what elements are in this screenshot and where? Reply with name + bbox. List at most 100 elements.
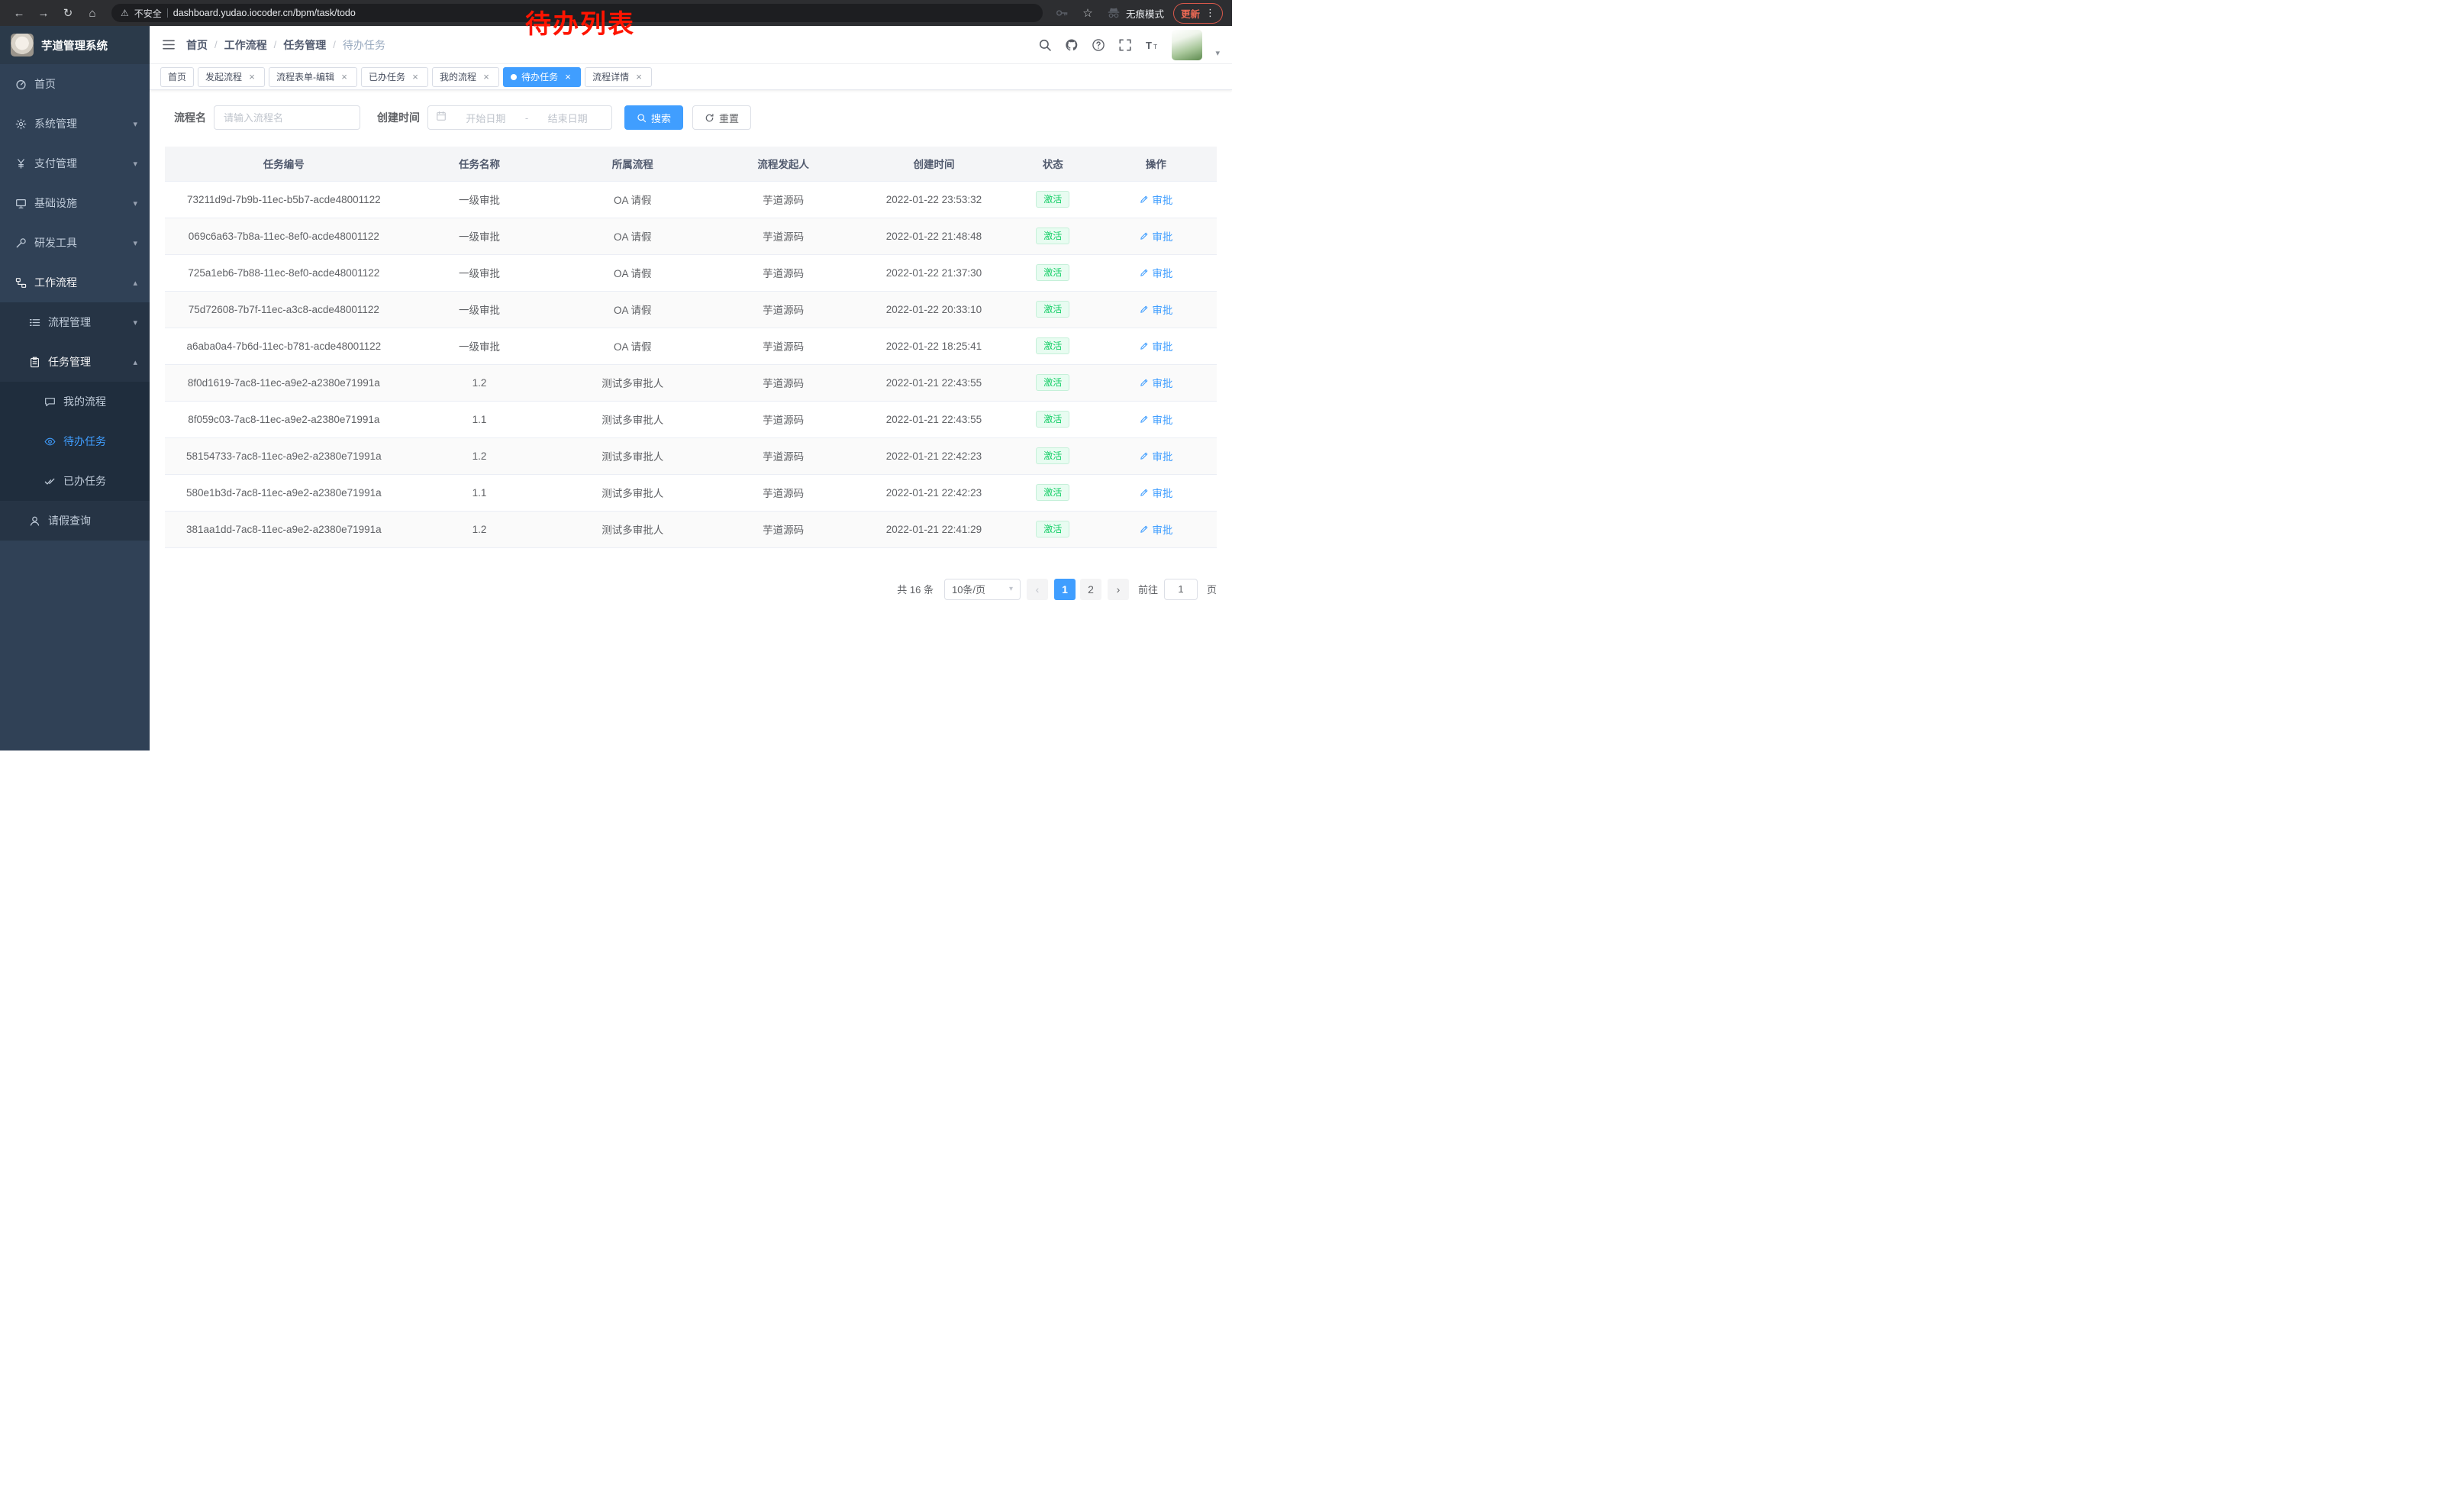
- sidebar-item-my-process[interactable]: 我的流程: [0, 382, 150, 421]
- sidebar-item-done-task[interactable]: 已办任务: [0, 461, 150, 501]
- date-range-picker[interactable]: 开始日期 - 结束日期: [427, 105, 612, 130]
- approve-link[interactable]: 审批: [1139, 375, 1172, 390]
- sidebar-item-home[interactable]: 首页: [0, 64, 150, 104]
- star-icon[interactable]: ☆: [1078, 3, 1098, 23]
- cell-status: 激活: [1011, 364, 1095, 401]
- sidebar-item-label: 工作流程: [34, 275, 77, 290]
- incognito-icon: [1107, 6, 1121, 20]
- edit-icon: [1139, 341, 1149, 351]
- approve-link[interactable]: 审批: [1139, 338, 1172, 353]
- tab-my-process[interactable]: 我的流程×: [432, 67, 499, 87]
- help-icon[interactable]: [1092, 38, 1105, 52]
- tab-label: 流程表单-编辑: [276, 70, 334, 83]
- tab-done-task[interactable]: 已办任务×: [361, 67, 428, 87]
- approve-link[interactable]: 审批: [1139, 228, 1172, 244]
- cell-action: 审批: [1095, 474, 1217, 511]
- avatar[interactable]: [1172, 30, 1202, 60]
- approve-link[interactable]: 审批: [1139, 302, 1172, 317]
- status-badge: 激活: [1036, 191, 1069, 208]
- next-page-button[interactable]: ›: [1108, 579, 1129, 600]
- font-size-icon[interactable]: TT: [1145, 38, 1159, 52]
- tab-process-detail[interactable]: 流程详情 ×: [585, 67, 652, 87]
- cell-initiator: 芋道源码: [709, 401, 857, 437]
- prev-page-button[interactable]: ‹: [1027, 579, 1048, 600]
- close-icon[interactable]: ×: [563, 72, 573, 82]
- page-size-select[interactable]: 10条/页 ▾: [944, 579, 1021, 600]
- update-button[interactable]: 更新 ⋮: [1173, 3, 1223, 24]
- close-icon[interactable]: ×: [410, 72, 421, 82]
- tools-icon: [15, 237, 27, 249]
- table-row: 069c6a63-7b8a-11ec-8ef0-acde48001122一级审批…: [165, 218, 1217, 254]
- sidebar-item-todo-task[interactable]: 待办任务: [0, 421, 150, 461]
- page-number-button[interactable]: 1: [1054, 579, 1076, 600]
- approve-link[interactable]: 审批: [1139, 192, 1172, 207]
- sidebar-item-leave-query[interactable]: 请假查询: [0, 501, 150, 541]
- menu-dots-icon[interactable]: ⋮: [1205, 7, 1215, 19]
- table-row: 58154733-7ac8-11ec-a9e2-a2380e71991a1.2测…: [165, 437, 1217, 474]
- approve-link[interactable]: 审批: [1139, 265, 1172, 280]
- sidebar-item-infrastructure[interactable]: 基础设施▾: [0, 183, 150, 223]
- approve-link[interactable]: 审批: [1139, 485, 1172, 500]
- breadcrumb-separator: /: [274, 39, 277, 50]
- cell-status: 激活: [1011, 511, 1095, 547]
- address-bar[interactable]: ⚠ 不安全 dashboard.yudao.iocoder.cn/bpm/tas…: [111, 4, 1043, 22]
- status-badge: 激活: [1036, 228, 1069, 244]
- process-name-input[interactable]: [214, 105, 360, 130]
- sidebar-item-system[interactable]: 系统管理▾: [0, 104, 150, 144]
- home-icon[interactable]: ⌂: [82, 3, 102, 23]
- tab-todo-task[interactable]: 待办任务×: [503, 67, 581, 87]
- tab-form-edit[interactable]: 流程表单-编辑 ×: [269, 67, 357, 87]
- sidebar-item-process-management[interactable]: 流程管理▾: [0, 302, 150, 342]
- sidebar-item-label: 流程管理: [48, 315, 91, 330]
- approve-link[interactable]: 审批: [1139, 448, 1172, 463]
- tab-start-process[interactable]: 发起流程×: [198, 67, 265, 87]
- approve-link[interactable]: 审批: [1139, 521, 1172, 537]
- breadcrumb-item[interactable]: 待办任务: [343, 37, 385, 53]
- search-icon[interactable]: [1038, 38, 1052, 52]
- close-icon[interactable]: ×: [247, 72, 257, 82]
- refresh-icon: [705, 113, 714, 123]
- cell-task-name: 一级审批: [403, 181, 556, 218]
- filter-bar: 流程名 创建时间 开始日期 - 结束日期 搜索 重: [165, 105, 1217, 130]
- main-area: 首页/工作流程/任务管理/待办任务 TT ▾ 首页发起流程×流程表单-编辑×已办…: [150, 26, 1232, 750]
- app-logo-row[interactable]: 芋道管理系统: [0, 26, 150, 64]
- reload-icon[interactable]: ↻: [58, 3, 78, 23]
- breadcrumb-item[interactable]: 工作流程: [224, 37, 267, 53]
- pagination: 共 16 条 10条/页 ▾ ‹ 12 › 前往 页: [165, 579, 1217, 600]
- page-number-button[interactable]: 2: [1080, 579, 1101, 600]
- cell-created: 2022-01-21 22:43:55: [857, 364, 1011, 401]
- cell-status: 激活: [1011, 218, 1095, 254]
- breadcrumb-item[interactable]: 首页: [186, 37, 208, 53]
- goto-page-input[interactable]: [1164, 579, 1198, 600]
- cell-task-id: 73211d9d-7b9b-11ec-b5b7-acde48001122: [165, 181, 403, 218]
- forward-icon[interactable]: →: [34, 3, 53, 23]
- table-row: 75d72608-7b7f-11ec-a3c8-acde48001122一级审批…: [165, 291, 1217, 328]
- github-icon[interactable]: [1065, 38, 1079, 52]
- sidebar-item-task-management[interactable]: 任务管理▴: [0, 342, 150, 382]
- chevron-down-icon[interactable]: ▾: [1215, 48, 1220, 58]
- flow-icon: [15, 277, 27, 289]
- status-badge: 激活: [1036, 521, 1069, 537]
- fullscreen-icon[interactable]: [1118, 38, 1132, 52]
- back-icon[interactable]: ←: [9, 3, 29, 23]
- incognito-label: 无痕模式: [1126, 6, 1164, 21]
- eye-icon: [44, 436, 56, 447]
- reset-button[interactable]: 重置: [692, 105, 751, 130]
- cell-created: 2022-01-22 21:37:30: [857, 254, 1011, 291]
- approve-link[interactable]: 审批: [1139, 412, 1172, 427]
- sidebar-item-devtools[interactable]: 研发工具▾: [0, 223, 150, 263]
- close-icon[interactable]: ×: [481, 72, 492, 82]
- tabs-bar: 首页发起流程×流程表单-编辑×已办任务×我的流程×待办任务×流程详情×: [150, 64, 1232, 90]
- close-icon[interactable]: ×: [634, 72, 644, 82]
- chevron-up-icon: ▴: [133, 357, 137, 367]
- key-icon[interactable]: [1055, 6, 1069, 20]
- search-button[interactable]: 搜索: [624, 105, 683, 130]
- tab-label: 流程详情: [592, 70, 629, 83]
- sidebar-item-workflow[interactable]: 工作流程▴: [0, 263, 150, 302]
- tab-home[interactable]: 首页: [160, 67, 194, 87]
- cell-status: 激活: [1011, 474, 1095, 511]
- sidebar-item-payment[interactable]: 支付管理▾: [0, 144, 150, 183]
- breadcrumb-item[interactable]: 任务管理: [283, 37, 326, 53]
- hamburger-icon[interactable]: [162, 39, 176, 50]
- close-icon[interactable]: ×: [339, 72, 350, 82]
